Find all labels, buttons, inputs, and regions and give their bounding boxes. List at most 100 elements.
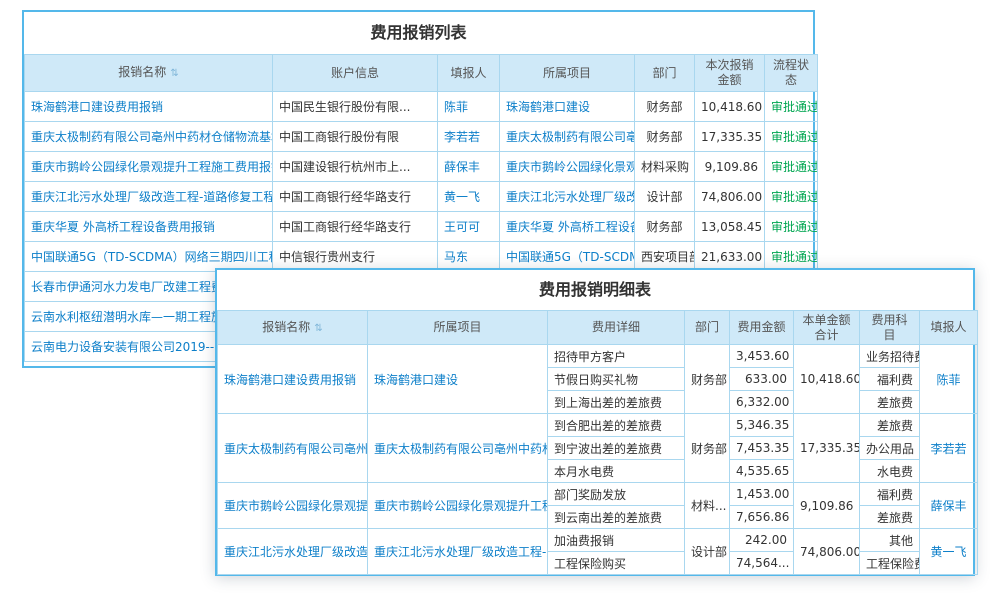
filler-link[interactable]: 李若若	[438, 122, 500, 152]
table-row: 重庆太极制药有限公司亳州中药材仓储物流基地项...中国工商银行股份有限李若若重庆…	[25, 122, 818, 152]
expense-amount-cell: 7,453.35	[730, 437, 794, 460]
detail-table-header: 报销名称⇅ 所属项目 费用详细 部门 费用金额 本单金额合计 费用科目 填报人	[218, 311, 978, 345]
expense-detail-cell: 本月水电费	[548, 460, 685, 483]
dept-cell: 财务部	[635, 212, 695, 242]
status-cell[interactable]: 审批通过	[765, 182, 818, 212]
category-cell: 其他	[860, 529, 920, 552]
reimbursement-name-link[interactable]: 重庆江北污水处理厂级改造工程-...	[218, 529, 368, 575]
column-header-project: 所属项目	[368, 311, 548, 345]
expense-amount-cell: 4,535.65	[730, 460, 794, 483]
status-cell[interactable]: 审批通过	[765, 212, 818, 242]
reimbursement-name-link[interactable]: 重庆太极制药有限公司亳州中药材...	[218, 414, 368, 483]
expense-amount-cell: 1,453.00	[730, 483, 794, 506]
column-header-category: 费用科目	[860, 311, 920, 345]
amount-cell: 74,806.00	[695, 182, 765, 212]
category-cell: 福利费	[860, 483, 920, 506]
filler-link[interactable]: 黄一飞	[438, 182, 500, 212]
list-table-title: 费用报销列表	[24, 12, 813, 54]
column-header-project: 所属项目	[500, 55, 635, 92]
column-header-expense-amount: 费用金额	[730, 311, 794, 345]
status-cell[interactable]: 审批通过	[765, 92, 818, 122]
filler-link[interactable]: 薛保丰	[920, 483, 978, 529]
category-cell: 工程保险费	[860, 552, 920, 575]
project-link[interactable]: 中国联通5G（TD-SCDMA）网...	[500, 242, 635, 272]
project-link[interactable]: 重庆太极制药有限公司亳州中药材仓储物流...	[368, 414, 548, 483]
total-amount-cell: 17,335.35	[794, 414, 860, 483]
account-cell: 中信银行贵州支行	[273, 242, 438, 272]
account-cell: 中国民生银行股份有限...	[273, 92, 438, 122]
dept-cell: 设计部	[685, 529, 730, 575]
project-link[interactable]: 重庆市鹅岭公园绿化景观提升工程施工	[368, 483, 548, 529]
column-header-name-label: 报销名称	[118, 65, 166, 79]
expense-detail-table: 报销名称⇅ 所属项目 费用详细 部门 费用金额 本单金额合计 费用科目 填报人 …	[217, 310, 978, 575]
reimbursement-name-link[interactable]: 中国联通5G（TD-SCDMA）网络三期四川工程费...	[25, 242, 273, 272]
project-link[interactable]: 珠海鹤港口建设	[500, 92, 635, 122]
column-header-name[interactable]: 报销名称 ⇅	[25, 55, 273, 92]
project-link[interactable]: 珠海鹤港口建设	[368, 345, 548, 414]
reimbursement-name-link[interactable]: 重庆市鹅岭公园绿化景观提升工程施工费用报销	[25, 152, 273, 182]
status-cell[interactable]: 审批通过	[765, 242, 818, 272]
category-cell: 差旅费	[860, 506, 920, 529]
filler-link[interactable]: 陈菲	[438, 92, 500, 122]
total-amount-cell: 9,109.86	[794, 483, 860, 529]
column-header-name-label: 报销名称	[262, 320, 310, 334]
sort-icon[interactable]: ⇅	[314, 323, 322, 336]
project-link[interactable]: 重庆华夏 外高桥工程设备	[500, 212, 635, 242]
project-link[interactable]: 重庆江北污水处理厂级改造工程-道路修复工	[368, 529, 548, 575]
column-header-dept: 部门	[635, 55, 695, 92]
expense-amount-cell: 633.00	[730, 368, 794, 391]
project-link[interactable]: 重庆市鹅岭公园绿化景观提升...	[500, 152, 635, 182]
dept-cell: 西安项目部	[635, 242, 695, 272]
filler-link[interactable]: 马东	[438, 242, 500, 272]
filler-link[interactable]: 李若若	[920, 414, 978, 483]
dept-cell: 财务部	[635, 122, 695, 152]
column-header-filler: 填报人	[920, 311, 978, 345]
reimbursement-name-link[interactable]: 重庆华夏 外高桥工程设备费用报销	[25, 212, 273, 242]
amount-cell: 9,109.86	[695, 152, 765, 182]
expense-amount-cell: 5,346.35	[730, 414, 794, 437]
filler-link[interactable]: 陈菲	[920, 345, 978, 414]
status-cell[interactable]: 审批通过	[765, 122, 818, 152]
table-row: 重庆华夏 外高桥工程设备费用报销中国工商银行经华路支行王可可重庆华夏 外高桥工程…	[25, 212, 818, 242]
column-header-name[interactable]: 报销名称 ⇅	[218, 311, 368, 345]
reimbursement-name-link[interactable]: 重庆江北污水处理厂级改造工程-道路修复工程费用...	[25, 182, 273, 212]
reimbursement-name-link[interactable]: 重庆市鹅岭公园绿化景观提升工...	[218, 483, 368, 529]
detail-table-body: 珠海鹤港口建设费用报销珠海鹤港口建设招待甲方客户财务部3,453.6010,41…	[218, 345, 978, 575]
reimbursement-name-link[interactable]: 珠海鹤港口建设费用报销	[218, 345, 368, 414]
filler-link[interactable]: 薛保丰	[438, 152, 500, 182]
amount-cell: 10,418.60	[695, 92, 765, 122]
table-row: 珠海鹤港口建设费用报销中国民生银行股份有限...陈菲珠海鹤港口建设财务部10,4…	[25, 92, 818, 122]
reimbursement-name-link[interactable]: 珠海鹤港口建设费用报销	[25, 92, 273, 122]
reimbursement-name-link[interactable]: 重庆太极制药有限公司亳州中药材仓储物流基地项...	[25, 122, 273, 152]
dept-cell: 材料采购	[635, 152, 695, 182]
column-header-filler: 填报人	[438, 55, 500, 92]
table-row: 重庆市鹅岭公园绿化景观提升工程施工费用报销中国建设银行杭州市上...薛保丰重庆市…	[25, 152, 818, 182]
column-header-expense-detail: 费用详细	[548, 311, 685, 345]
status-cell[interactable]: 审批通过	[765, 152, 818, 182]
dept-cell: 财务部	[635, 92, 695, 122]
column-header-amount: 本次报销金额	[695, 55, 765, 92]
table-row: 珠海鹤港口建设费用报销珠海鹤港口建设招待甲方客户财务部3,453.6010,41…	[218, 345, 978, 368]
category-cell: 水电费	[860, 460, 920, 483]
amount-cell: 17,335.35	[695, 122, 765, 152]
expense-amount-cell: 3,453.60	[730, 345, 794, 368]
category-cell: 业务招待费	[860, 345, 920, 368]
sort-icon[interactable]: ⇅	[170, 68, 178, 81]
dept-cell: 材料...	[685, 483, 730, 529]
table-row: 重庆江北污水处理厂级改造工程-道路修复工程费用...中国工商银行经华路支行黄一飞…	[25, 182, 818, 212]
project-link[interactable]: 重庆江北污水处理厂级改造工...	[500, 182, 635, 212]
expense-amount-cell: 7,656.86	[730, 506, 794, 529]
column-header-dept: 部门	[685, 311, 730, 345]
column-header-status: 流程状态	[765, 55, 818, 92]
table-row: 重庆太极制药有限公司亳州中药材...重庆太极制药有限公司亳州中药材仓储物流...…	[218, 414, 978, 437]
category-cell: 差旅费	[860, 414, 920, 437]
detail-table-title: 费用报销明细表	[217, 270, 973, 310]
expense-detail-panel: 费用报销明细表 报销名称⇅ 所属项目 费用详细 部门 费用金额 本单金额合计 费…	[215, 268, 975, 576]
category-cell: 办公用品	[860, 437, 920, 460]
filler-link[interactable]: 黄一飞	[920, 529, 978, 575]
column-header-account: 账户信息	[273, 55, 438, 92]
account-cell: 中国工商银行股份有限	[273, 122, 438, 152]
filler-link[interactable]: 王可可	[438, 212, 500, 242]
project-link[interactable]: 重庆太极制药有限公司亳州中...	[500, 122, 635, 152]
amount-cell: 13,058.45	[695, 212, 765, 242]
